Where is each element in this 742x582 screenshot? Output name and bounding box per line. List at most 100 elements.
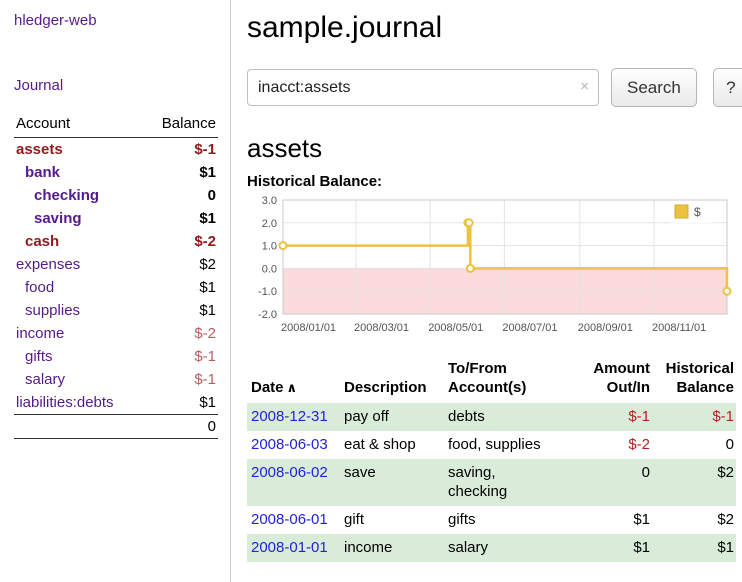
column-header-balance-line1: Historical [666,360,734,377]
help-button[interactable]: ? [713,68,742,107]
cell-date: 2008-12-31 [247,403,344,431]
x-tick-label: 2008/03/01 [354,322,409,334]
app-brand-link[interactable]: hledger-web [14,12,97,29]
accounts-table-header: Account Balance [14,112,218,138]
y-tick-label: 2.0 [262,218,277,230]
cell-date: 2008-06-03 [247,431,344,459]
cell-description: income [344,534,448,562]
cell-accounts: gifts [448,506,558,534]
accounts-table: Account Balance assets $-1 bank $1 checking 0… [14,112,218,439]
account-balance: $1 [199,394,216,411]
register-rows: 2008-12-31pay offdebts$-1$-12008-06-03ea… [247,403,736,562]
register-row: 2008-06-01giftgifts$1$2 [247,506,736,534]
cell-historical-balance: $2 [658,506,736,534]
transaction-date-link[interactable]: 2008-06-01 [251,511,328,528]
account-balance: $-1 [194,141,216,158]
cell-amount: $1 [558,534,658,562]
accounts-total-value: 0 [208,418,216,435]
transaction-date-link[interactable]: 2008-12-31 [251,408,328,425]
column-header-date[interactable]: Date∧ [247,357,344,403]
column-header-amount-line2: Out/In [607,379,650,396]
account-balance: $-2 [194,325,216,342]
column-header-accounts-line2: Account(s) [448,379,526,396]
accounts-total-row: 0 [14,414,218,439]
account-row: assets $-1 [14,138,218,161]
account-row: food $1 [14,276,218,299]
x-tick-label: 2008/11/01 [652,322,706,334]
account-row: cash $-2 [14,230,218,253]
account-row: bank $1 [14,161,218,184]
chart-title: Historical Balance: [247,173,742,190]
account-row: expenses$2 [14,253,218,276]
sidebar-item-journal[interactable]: Journal [14,77,63,94]
chart-point[interactable] [724,288,731,295]
account-balance: $1 [199,210,216,227]
account-link-food[interactable]: food [16,279,54,296]
cell-historical-balance: $1 [658,534,736,562]
account-link-assets[interactable]: assets [16,141,63,158]
main-content: sample.journal × Search ? assets Histori… [231,0,742,582]
account-link-gifts[interactable]: gifts [16,348,53,365]
account-balance: $-1 [194,371,216,388]
account-heading: assets [247,133,742,163]
cell-historical-balance: $2 [658,459,736,506]
search-input[interactable] [247,69,599,106]
account-row: supplies$1 [14,299,218,322]
column-header-balance-line2: Balance [676,379,734,396]
account-link-cash[interactable]: cash [16,233,59,250]
column-header-balance: Historical Balance [658,357,736,403]
transaction-date-link[interactable]: 2008-06-02 [251,464,328,481]
account-link-supplies[interactable]: supplies [16,302,80,319]
column-header-accounts-line1: To/From [448,360,507,377]
sidebar: hledger-web Journal Account Balance asse… [0,0,231,582]
chart-point[interactable] [467,265,474,272]
cell-amount: $1 [558,506,658,534]
column-header-description: Description [344,357,448,403]
account-balance: $1 [199,279,216,296]
account-balance: $1 [199,164,216,181]
account-link-income[interactable]: income [16,325,64,342]
accounts-header-balance: Balance [162,115,216,132]
cell-accounts: debts [448,403,558,431]
balance-chart: 3.02.01.00.0-1.0-2.02008/01/012008/03/01… [247,192,742,345]
transaction-date-link[interactable]: 2008-01-01 [251,539,328,556]
cell-historical-balance: $-1 [658,403,736,431]
y-tick-label: 0.0 [262,263,277,275]
account-link-saving[interactable]: saving [16,210,82,227]
account-balance: 0 [208,187,216,204]
account-link-expenses[interactable]: expenses [16,256,80,273]
y-tick-label: 1.0 [262,241,277,253]
search-button[interactable]: Search [611,68,697,107]
y-tick-label: -1.0 [258,286,277,298]
register-row: 2008-06-02savesaving, checking0$2 [247,459,736,506]
transaction-date-link[interactable]: 2008-06-03 [251,436,328,453]
register-row: 2008-12-31pay offdebts$-1$-1 [247,403,736,431]
clear-search-icon[interactable]: × [580,78,589,95]
x-tick-label: 2008/01/01 [281,322,336,334]
legend-swatch [675,205,688,218]
account-link-bank[interactable]: bank [16,164,60,181]
account-row: gifts$-1 [14,345,218,368]
column-header-date-label[interactable]: Date [251,379,284,396]
chart-point[interactable] [466,219,473,226]
cell-date: 2008-06-02 [247,459,344,506]
register-table: Date∧ Description To/From Account(s) Amo… [247,357,736,562]
x-tick-label: 2008/05/01 [428,322,483,334]
account-link-salary[interactable]: salary [16,371,65,388]
cell-accounts: food, supplies [448,431,558,459]
cell-amount: $-1 [558,403,658,431]
search-box: × [247,69,599,106]
sidebar-nav: Journal [14,77,218,94]
column-header-amount: Amount Out/In [558,357,658,403]
x-tick-label: 2008/07/01 [502,322,557,334]
chart-point[interactable] [280,242,287,249]
register-header-row: Date∧ Description To/From Account(s) Amo… [247,357,736,403]
account-balance: $-2 [194,233,216,250]
account-link-liabilities-debts[interactable]: liabilities:debts [16,394,114,411]
account-link-checking[interactable]: checking [16,187,99,204]
cell-accounts: salary [448,534,558,562]
column-header-accounts: To/From Account(s) [448,357,558,403]
search-bar: × Search ? [247,68,742,107]
sort-ascending-icon[interactable]: ∧ [287,380,298,395]
account-row: salary $-1 [14,368,218,391]
